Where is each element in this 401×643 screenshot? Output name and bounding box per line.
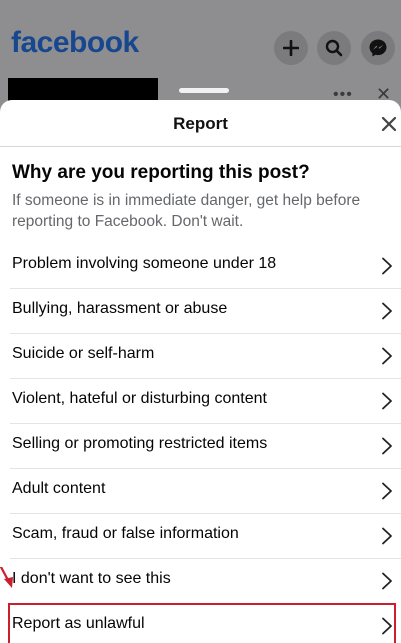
sheet-title: Report [173, 114, 228, 133]
option-label: Bullying, harassment or abuse [12, 300, 228, 317]
chevron-right-icon [382, 572, 392, 590]
report-option-violent[interactable]: Violent, hateful or disturbing content [0, 378, 401, 423]
chevron-right-icon [382, 302, 392, 320]
chevron-right-icon [382, 527, 392, 545]
report-option-adult[interactable]: Adult content [0, 468, 401, 513]
plus-icon [283, 40, 299, 56]
report-option-bullying[interactable]: Bullying, harassment or abuse [0, 288, 401, 333]
facebook-logo: facebook [11, 26, 139, 59]
annotation-arrow-icon [0, 567, 13, 588]
close-button[interactable] [378, 113, 400, 135]
chevron-right-icon [382, 392, 392, 410]
search-icon [325, 39, 343, 57]
option-label: Report as unlawful [12, 615, 145, 632]
search-button[interactable] [317, 31, 351, 65]
screen: facebook ••• ✕ Report Why are you report… [0, 0, 401, 643]
option-label: Adult content [12, 480, 106, 497]
option-label: Selling or promoting restricted items [12, 435, 268, 452]
header-divider [0, 146, 401, 147]
messenger-button[interactable] [361, 31, 395, 65]
report-option-restricted-items[interactable]: Selling or promoting restricted items [0, 423, 401, 468]
option-label: Scam, fraud or false information [12, 525, 239, 542]
chevron-right-icon [382, 437, 392, 455]
chevron-right-icon [382, 347, 392, 365]
sheet-grabber[interactable] [179, 88, 229, 93]
report-option-unlawful[interactable]: Report as unlawful [8, 603, 396, 643]
option-label: Suicide or self-harm [12, 345, 155, 362]
chevron-right-icon [382, 617, 392, 635]
option-label: I don't want to see this [12, 570, 171, 587]
report-subtext: If someone is in immediate danger, get h… [12, 192, 361, 230]
create-button[interactable] [274, 31, 308, 65]
report-options-list: Problem involving someone under 18 Bully… [0, 243, 401, 643]
report-option-under-18[interactable]: Problem involving someone under 18 [0, 243, 401, 288]
report-option-scam[interactable]: Scam, fraud or false information [0, 513, 401, 558]
option-label: Violent, hateful or disturbing content [12, 390, 267, 407]
background-app-header: facebook ••• ✕ [0, 0, 401, 104]
messenger-icon [369, 39, 387, 57]
close-icon [381, 116, 397, 132]
option-label: Problem involving someone under 18 [12, 255, 277, 272]
report-option-suicide[interactable]: Suicide or self-harm [0, 333, 401, 378]
chevron-right-icon [382, 482, 392, 500]
report-option-dont-want[interactable]: I don't want to see this [0, 558, 401, 603]
report-sheet: Report Why are you reporting this post? … [0, 100, 401, 643]
chevron-right-icon [382, 257, 392, 275]
report-question: Why are you reporting this post? [12, 162, 310, 183]
redacted-name-bar [8, 78, 158, 102]
